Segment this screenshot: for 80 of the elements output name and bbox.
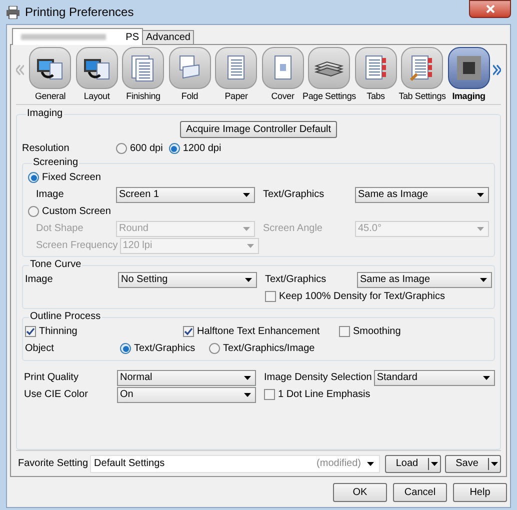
radio-button[interactable]: 600 dpi	[116, 141, 163, 156]
field-label: Image	[36, 188, 65, 202]
caret-icon	[367, 462, 374, 466]
field-label: Text/Graphics	[263, 188, 326, 202]
caret-icon	[431, 462, 438, 466]
category-label: General	[34, 90, 66, 102]
dialog-button[interactable]: OK	[333, 482, 387, 502]
checkbox[interactable]: Thinning	[25, 324, 183, 339]
caret-icon	[483, 376, 490, 380]
tab[interactable]: PS	[12, 28, 143, 45]
category-label: Paper	[224, 90, 248, 102]
radio-button[interactable]: Fixed Screen	[28, 169, 489, 186]
close-icon	[486, 5, 494, 13]
check-icon	[26, 327, 35, 336]
checkbox[interactable]: Keep 100% Density for Text/Graphics	[265, 288, 492, 305]
check-icon	[184, 327, 193, 336]
favorite-dropdown[interactable]: Default Settings (modified)	[90, 454, 380, 472]
split-button[interactable]: Load	[385, 454, 441, 472]
category-label: Finishing	[126, 90, 160, 102]
dropdown[interactable]: Normal	[117, 370, 256, 386]
window-title: Printing Preferences	[25, 4, 134, 21]
split-button[interactable]: Save	[445, 454, 501, 472]
field-label: Image	[25, 273, 54, 287]
dropdown[interactable]: On	[117, 386, 256, 402]
field-label: Resolution	[22, 142, 70, 156]
category-button[interactable]	[448, 47, 490, 89]
category-button[interactable]	[354, 47, 397, 89]
field-label: Image Density Selection	[264, 371, 373, 385]
field-label: Print Quality	[24, 371, 80, 385]
field-label: Use CIE Color	[24, 388, 89, 402]
dropdown[interactable]: No Setting	[118, 272, 257, 288]
caret-icon	[477, 226, 484, 230]
caret-icon	[480, 278, 487, 282]
caret-icon	[491, 462, 498, 466]
category-button[interactable]	[308, 47, 350, 89]
radio-button[interactable]: Custom Screen	[28, 203, 489, 220]
field-label: Dot Shape	[36, 222, 84, 236]
category-button[interactable]	[401, 47, 444, 89]
caret-icon	[246, 244, 254, 248]
field-label: Screen Angle	[263, 222, 324, 236]
acquire-default-button[interactable]: Acquire Image Controller Default	[180, 121, 338, 138]
checkbox[interactable]: 1 Dot Line Emphasis	[264, 387, 370, 402]
checkbox[interactable]: Halftone Text Enhancement	[183, 324, 339, 339]
group-title: Tone Curve	[29, 259, 82, 271]
caret-icon	[243, 226, 250, 230]
group-title: Screening	[32, 157, 80, 169]
caret-icon	[477, 192, 484, 196]
dialog-button[interactable]: Cancel	[393, 482, 447, 502]
caret-icon	[243, 192, 250, 196]
group-title: Imaging	[26, 108, 64, 120]
category-label: Cover	[271, 90, 294, 102]
radio-button[interactable]: Text/Graphics	[120, 341, 209, 356]
radio-button[interactable]: Text/Graphics/Image	[209, 341, 315, 356]
dropdown[interactable]: Same as Image	[355, 186, 489, 202]
caret-icon	[244, 376, 251, 380]
radio-button[interactable]: 1200 dpi	[168, 141, 222, 156]
caret-icon	[244, 392, 251, 396]
chevron-right-icon[interactable]	[493, 64, 501, 76]
category-label: Tab Settings	[398, 90, 446, 102]
dropdown[interactable]: Standard	[374, 370, 495, 386]
category-label: Layout	[84, 90, 110, 102]
field-label: Text/Graphics	[265, 273, 328, 287]
field-label: Object	[25, 342, 55, 356]
field-label: Favorite Setting	[18, 457, 90, 471]
tab[interactable]: Advanced	[142, 30, 194, 44]
category-label: Fold	[181, 90, 198, 102]
group-title: Outline Process	[29, 311, 102, 323]
checkbox[interactable]: Smoothing	[339, 324, 401, 339]
category-button[interactable]	[29, 47, 72, 89]
category-label: Tabs	[366, 90, 385, 102]
category-label: Imaging	[452, 90, 486, 102]
caret-icon	[245, 278, 252, 282]
dropdown[interactable]: Same as Image	[357, 272, 492, 288]
field-label: Screen Frequency	[36, 239, 119, 253]
printer-icon	[6, 6, 20, 18]
close-button[interactable]	[469, 0, 511, 18]
category-button[interactable]	[76, 47, 118, 89]
dialog-button[interactable]: Help	[453, 482, 507, 502]
category-label: Page Settings	[302, 90, 356, 102]
dropdown[interactable]: Screen 1	[116, 186, 255, 202]
